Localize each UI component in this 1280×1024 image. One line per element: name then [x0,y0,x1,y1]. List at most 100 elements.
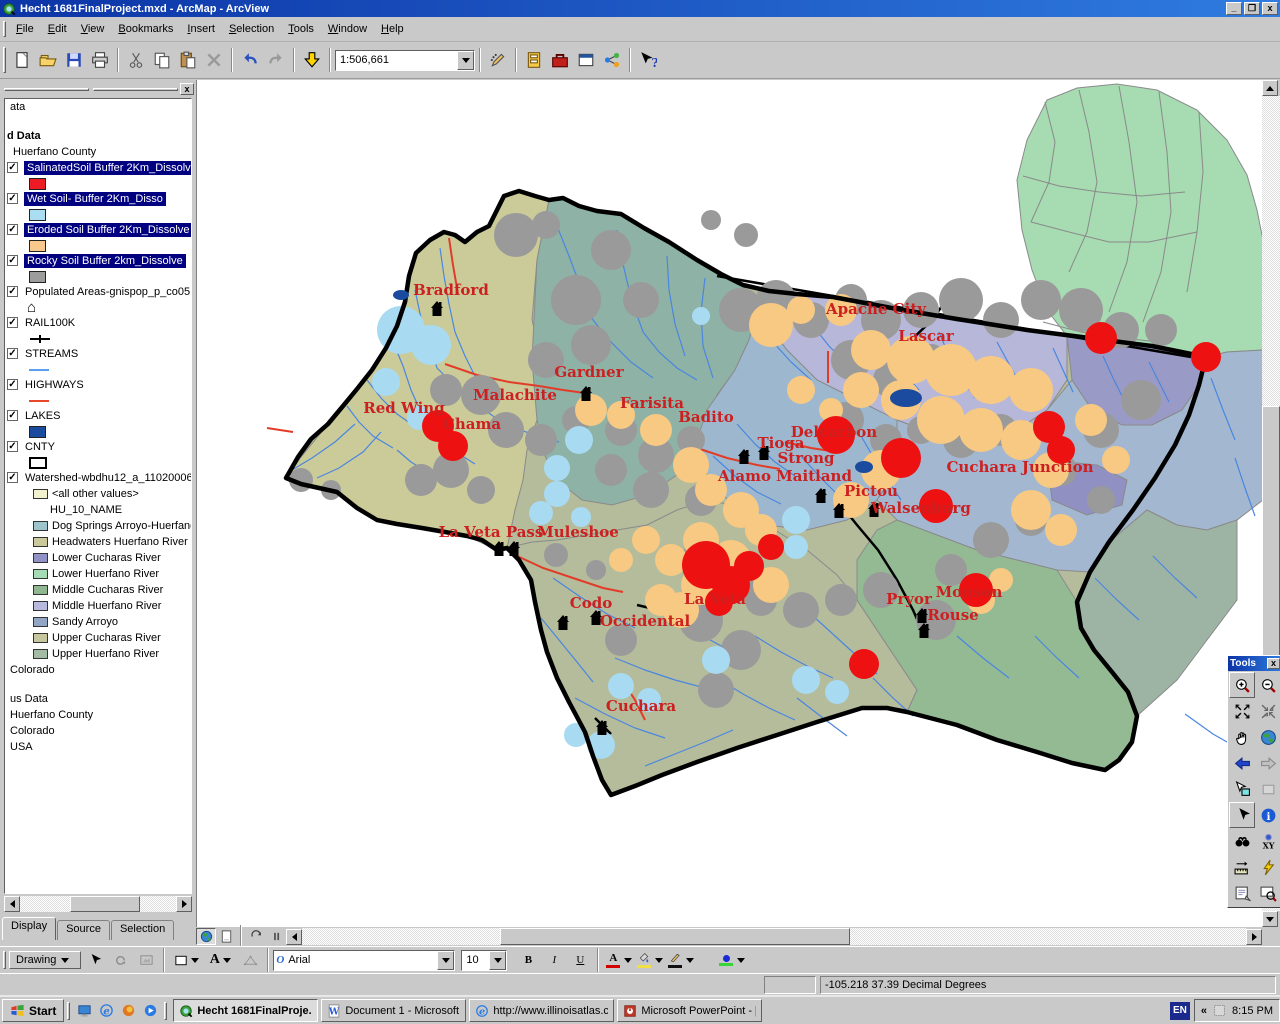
map-canvas[interactable]: BradfordGardnerMalachiteFarisitaBaditoRe… [196,80,1262,927]
editor-button[interactable] [485,47,511,73]
scroll-up-icon[interactable] [1262,80,1278,96]
hyperlink-tool[interactable] [1255,854,1280,880]
open-button[interactable] [35,47,61,73]
toc-text-row[interactable] [5,331,191,346]
font-dropdown-icon[interactable] [437,951,454,970]
font-select[interactable]: O Arial [273,950,455,971]
cut-button[interactable] [123,47,149,73]
layer-checkbox[interactable]: ✓ [7,317,18,328]
toc-text-row[interactable]: ⌂ [5,300,191,315]
minimize-button[interactable]: _ [1226,2,1242,15]
scroll-right-icon[interactable] [176,896,192,912]
toc-grip[interactable]: x [2,82,194,96]
clear-selection-tool[interactable] [1255,776,1280,802]
menu-selection[interactable]: Selection [222,20,281,38]
measure-tool[interactable] [1229,854,1255,880]
font-size-select[interactable]: 10 [461,950,507,971]
delete-button[interactable] [201,47,227,73]
toc-layer-row[interactable]: ✓Wet Soil- Buffer 2Km_Disso [5,191,191,207]
bold-button[interactable]: B [515,947,541,973]
quicklaunch-media-player-icon[interactable] [139,1000,161,1022]
save-button[interactable] [61,47,87,73]
toc-layer-row[interactable]: ✓Watershed-wbdhu12_a_11020006 [5,470,191,486]
go-back-tool[interactable] [1229,750,1255,776]
whats-this-button[interactable]: ? [635,47,661,73]
toc-layer-row[interactable]: ✓SalinatedSoil Buffer 2Km_Dissolve [5,160,191,176]
layer-checkbox[interactable]: ✓ [7,224,18,235]
scroll-down-icon[interactable] [1262,911,1278,927]
restore-button[interactable]: ❐ [1244,2,1260,15]
identify-tool[interactable]: i [1255,802,1280,828]
tab-display[interactable]: Display [2,917,56,940]
print-button[interactable] [87,47,113,73]
toc-legend-row[interactable]: Upper Cucharas River [5,630,191,646]
quicklaunch-firefox-icon[interactable] [117,1000,139,1022]
layer-checkbox[interactable]: ✓ [7,472,18,483]
toc-legend-row[interactable]: Lower Cucharas River [5,550,191,566]
toc-text-row[interactable] [5,207,191,222]
toolbar-grip[interactable] [3,21,6,38]
toc-layer-row[interactable]: ✓Populated Areas-gnispop_p_co05 [5,284,191,300]
toc-text-row[interactable] [5,362,191,377]
menu-tools[interactable]: Tools [281,20,321,38]
toc-legend-row[interactable]: Middle Huerfano River [5,598,191,614]
layer-checkbox[interactable]: ✓ [7,193,18,204]
toc-legend-row[interactable]: Headwaters Huerfano River [5,534,191,550]
zoom-in-tool[interactable] [1229,672,1255,698]
select-features-tool[interactable] [1229,776,1255,802]
layer-checkbox[interactable]: ✓ [7,255,18,266]
toc-layer-row[interactable]: ✓Eroded Soil Buffer 2Km_Dissolve [5,222,191,238]
scroll-right-icon[interactable] [1246,929,1262,945]
italic-button[interactable]: I [541,947,567,973]
copy-button[interactable] [149,47,175,73]
find-tool[interactable] [1229,828,1255,854]
toc-text-row[interactable] [5,455,191,470]
toc-text-row[interactable] [5,269,191,284]
toolbar-grip[interactable] [3,47,6,72]
toc-legend-row[interactable]: Dog Springs Arroyo-Huerfano R [5,518,191,534]
toc-layer-row[interactable]: ✓CNTY [5,439,191,455]
pan-tool[interactable] [1229,724,1255,750]
new-button[interactable] [9,47,35,73]
scroll-left-icon[interactable] [286,929,302,945]
map-horizontal-scrollbar[interactable] [302,928,1246,945]
layer-checkbox[interactable]: ✓ [7,379,18,390]
data-view-button[interactable] [196,928,216,945]
menu-insert[interactable]: Insert [180,20,222,38]
tools-palette-titlebar[interactable]: Tools x [1228,656,1280,671]
drawing-menu-button[interactable]: Drawing [9,951,81,969]
toc-layer-row[interactable]: ✓STREAMS [5,346,191,362]
menu-file[interactable]: File [9,20,41,38]
toolbar-grip[interactable] [3,951,6,969]
tab-selection[interactable]: Selection [111,920,174,940]
toc-layer-row[interactable]: ✓HIGHWAYS [5,377,191,393]
scroll-left-icon[interactable] [4,896,20,912]
menu-help[interactable]: Help [374,20,411,38]
layer-checkbox[interactable]: ✓ [7,348,18,359]
layer-checkbox[interactable]: ✓ [7,162,18,173]
close-button[interactable]: x [1262,2,1278,15]
command-window-button[interactable] [573,47,599,73]
marker-color-button[interactable] [716,949,747,971]
fill-color-button[interactable] [634,949,665,971]
toc-text-row[interactable] [5,238,191,253]
go-to-xy-tool[interactable]: XY [1255,828,1280,854]
refresh-view-button[interactable] [246,928,266,945]
toc-layer-row[interactable]: ✓LAKES [5,408,191,424]
zoom-to-selected-tool[interactable] [133,947,159,973]
add-data-button[interactable] [299,47,325,73]
line-color-button[interactable] [665,949,696,971]
arccatalog-button[interactable] [521,47,547,73]
new-rectangle-tool[interactable] [169,947,203,973]
rotate-tool[interactable] [107,947,133,973]
start-button[interactable]: Start [2,999,64,1022]
quicklaunch-ie-icon[interactable]: e [95,1000,117,1022]
toc-legend-row[interactable]: Lower Huerfano River [5,566,191,582]
toc-layer-row[interactable]: ✓Rocky Soil Buffer 2km_Dissolve [5,253,191,269]
task-button[interactable]: Microsoft PowerPoint - [Fi... [617,999,762,1022]
tray-app-icon[interactable] [1213,1004,1226,1017]
task-button[interactable]: Hecht 1681FinalProje... [173,999,318,1022]
font-size-dropdown-icon[interactable] [489,951,506,970]
toc-text-row[interactable] [5,393,191,408]
layer-checkbox[interactable]: ✓ [7,410,18,421]
